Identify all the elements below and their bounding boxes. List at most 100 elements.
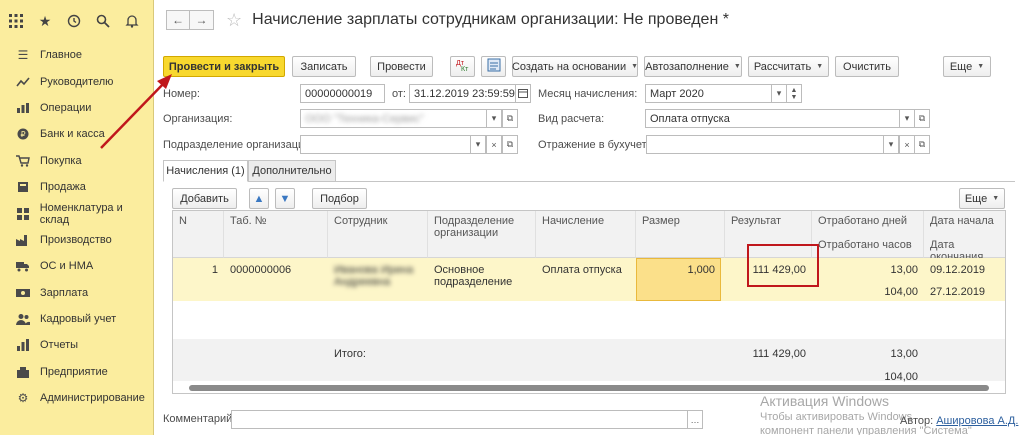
sidebar-item-operations[interactable]: Операции (0, 95, 153, 121)
column-header-accrual[interactable]: Начисление (536, 211, 636, 258)
menu-icon: ☰ (17, 48, 29, 63)
organization-dropdown-button[interactable]: ▾ (486, 109, 502, 128)
sidebar-item-main[interactable]: ☰ Главное (0, 42, 153, 68)
sidebar-item-assets[interactable]: ОС и НМА (0, 253, 153, 279)
author-label: Автор: (900, 415, 934, 427)
post-and-close-button[interactable]: Провести и закрыть (163, 56, 285, 77)
calc-type-field[interactable]: Оплата отпуска (645, 109, 900, 128)
bell-icon[interactable] (124, 13, 140, 29)
clear-icon: × (491, 139, 497, 150)
column-header-division[interactable]: Подразделение организации (428, 211, 536, 258)
date-field[interactable]: 31.12.2019 23:59:59 (409, 84, 516, 103)
table-more-label: Еще (964, 192, 988, 205)
cell-tab-no: 0000000006 (230, 264, 292, 276)
clear-button[interactable]: Очистить (835, 56, 899, 77)
structure-button[interactable] (481, 56, 506, 77)
cell-date-start: 09.12.2019 (930, 264, 986, 276)
star-icon[interactable]: ★ (37, 13, 53, 29)
month-stepper[interactable]: ▲ ▼ (786, 84, 802, 103)
division-label: Подразделение организации: (163, 139, 314, 151)
tab-accruals[interactable]: Начисления (1) (163, 160, 248, 182)
division-field[interactable] (300, 135, 471, 154)
column-header-tab-no[interactable]: Таб. № (224, 211, 328, 258)
post-button[interactable]: Провести (370, 56, 433, 77)
caret-down-icon: ▾ (776, 88, 782, 98)
sidebar-item-label: Производство (40, 233, 112, 246)
sidebar-item-enterprise[interactable]: Предприятие (0, 359, 153, 385)
sidebar-item-manager[interactable]: Руководителю (0, 68, 153, 94)
calculate-label: Рассчитать (753, 60, 812, 73)
title-row: ← → ☆ Начисление зарплаты сотрудникам ор… (155, 0, 1024, 40)
sidebar-item-purchase[interactable]: Покупка (0, 148, 153, 174)
horizontal-scrollbar[interactable] (189, 385, 989, 391)
write-button[interactable]: Записать (292, 56, 356, 77)
caret-down-icon: ▼ (733, 63, 741, 70)
accounting-dropdown-button[interactable]: ▾ (883, 135, 899, 154)
division-dropdown-button[interactable]: ▾ (470, 135, 486, 154)
column-header-employee[interactable]: Сотрудник (328, 211, 428, 258)
sidebar-item-production[interactable]: Производство (0, 227, 153, 253)
sidebar-item-admin[interactable]: ⚙ Администрирование (0, 385, 153, 411)
sidebar-item-salary[interactable]: Зарплата (0, 280, 153, 306)
comment-expand-button[interactable]: … (687, 410, 703, 429)
move-up-button[interactable]: ▲ (249, 188, 269, 209)
cell-accrual: Оплата отпуска (542, 264, 622, 276)
column-header-worked[interactable]: Отработано дней Отработано часов (812, 211, 924, 258)
organization-field[interactable]: ООО "Техника-Сервис" (300, 109, 487, 128)
pick-button[interactable]: Подбор (312, 188, 367, 209)
favorite-star-icon[interactable]: ☆ (226, 10, 242, 31)
calculate-button[interactable]: Рассчитать ▼ (748, 56, 829, 77)
calc-type-dropdown-button[interactable]: ▾ (899, 109, 915, 128)
add-row-button[interactable]: Добавить (172, 188, 237, 209)
cell-employee: Иванова Ирина Андреевна (334, 264, 414, 288)
column-header-n[interactable]: N (173, 211, 224, 258)
create-based-on-button[interactable]: Создать на основании ▼ (512, 56, 638, 77)
organization-open-button[interactable]: ⧉ (502, 109, 518, 128)
caret-down-icon: ▾ (904, 113, 910, 123)
caret-down-icon: ▼ (816, 63, 824, 70)
sidebar-item-sales[interactable]: Продажа (0, 174, 153, 200)
history-icon[interactable] (66, 13, 82, 29)
calendar-button[interactable] (515, 84, 531, 103)
accounting-field[interactable] (646, 135, 884, 154)
back-button[interactable]: ← (166, 10, 190, 30)
ellipsis-icon: … (690, 414, 700, 425)
move-down-button[interactable]: ▼ (275, 188, 295, 209)
apps-grid-icon[interactable] (8, 13, 24, 29)
column-header-size[interactable]: Размер (636, 211, 725, 258)
sidebar-item-hr[interactable]: Кадровый учет (0, 306, 153, 332)
sidebar-item-label: Банк и касса (40, 128, 105, 141)
calc-type-open-button[interactable]: ⧉ (914, 109, 930, 128)
caret-down-icon: ▾ (491, 113, 497, 123)
clear-icon: × (904, 139, 910, 150)
accounting-clear-button[interactable]: × (899, 135, 915, 154)
forward-button[interactable]: → (190, 10, 214, 30)
page-title: Начисление зарплаты сотрудникам организа… (252, 11, 729, 28)
tab-additional[interactable]: Дополнительно (248, 160, 336, 182)
search-icon[interactable] (95, 13, 111, 29)
more-button[interactable]: Еще ▼ (943, 56, 991, 77)
division-clear-button[interactable]: × (486, 135, 502, 154)
month-dropdown-button[interactable]: ▾ (771, 84, 787, 103)
column-header-date-start: Дата начала (930, 215, 994, 227)
date-from-label: от: (392, 88, 406, 100)
sidebar-item-reports[interactable]: Отчеты (0, 332, 153, 358)
month-field[interactable]: Март 2020 (645, 84, 772, 103)
factory-icon (16, 233, 30, 247)
gear-icon: ⚙ (17, 391, 29, 406)
division-open-button[interactable]: ⧉ (502, 135, 518, 154)
accounting-open-button[interactable]: ⧉ (914, 135, 930, 154)
comment-field[interactable] (231, 410, 703, 429)
number-field[interactable]: 00000000019 (300, 84, 385, 103)
organization-value: ООО "Техника-Сервис" (305, 112, 424, 125)
sidebar-item-bank[interactable]: ₽ Банк и касса (0, 121, 153, 147)
table-more-button[interactable]: Еще ▼ (959, 188, 1005, 209)
author-link[interactable]: Ашировова А.Д. (936, 415, 1018, 427)
column-header-dates[interactable]: Дата начала Дата окончания (924, 211, 1005, 263)
sidebar-item-nomenclature[interactable]: Номенклатура и склад (0, 200, 153, 226)
arrow-right-icon: → (195, 13, 208, 27)
dt-kt-button[interactable]: Дт Кт (450, 56, 475, 77)
salary-icon (16, 286, 30, 300)
sidebar-item-label: Номенклатура и склад (39, 201, 123, 226)
autofill-button[interactable]: Автозаполнение ▼ (644, 56, 742, 77)
